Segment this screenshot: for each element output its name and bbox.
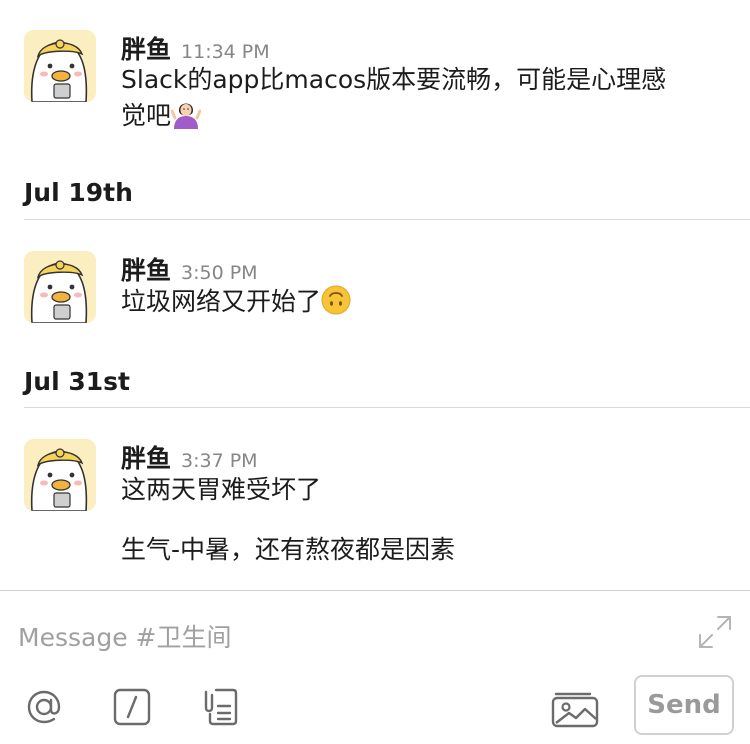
timestamp[interactable]: 3:50 PM <box>181 262 258 284</box>
message-text: 这两天胃难受坏了 <box>121 475 322 504</box>
timestamp[interactable]: 11:34 PM <box>181 41 270 63</box>
author-name[interactable]: 胖鱼 <box>121 30 171 66</box>
day-label: Jul 31st <box>24 367 130 396</box>
message-line: 觉吧 <box>121 98 721 134</box>
clipboard-icon[interactable] <box>198 685 242 729</box>
person-shrugging-emoji <box>171 99 202 129</box>
timestamp[interactable]: 3:37 PM <box>181 450 258 472</box>
send-button[interactable]: Send <box>634 675 734 735</box>
message-header: 胖鱼 3:50 PM <box>121 251 258 287</box>
author-name[interactable]: 胖鱼 <box>121 439 171 475</box>
message-text: 垃圾网络又开始了 <box>121 284 721 320</box>
message-header: 胖鱼 11:34 PM <box>121 30 270 66</box>
message-header: 胖鱼 3:37 PM <box>121 439 258 475</box>
message-line-text: 觉吧 <box>121 101 172 130</box>
message-line-text: 垃圾网络又开始了 <box>121 287 322 316</box>
author-name[interactable]: 胖鱼 <box>121 251 171 287</box>
photo-icon[interactable] <box>550 685 600 729</box>
message-line: Slack的app比macos版本要流畅，可能是心理感 <box>121 65 667 94</box>
expand-icon[interactable] <box>696 613 734 651</box>
message-text: Slack的app比macos版本要流畅，可能是心理感 觉吧 <box>121 62 721 134</box>
message-text: 生气-中暑，还有熬夜都是因素 <box>121 535 456 564</box>
message-input[interactable] <box>18 617 638 657</box>
day-label: Jul 19th <box>24 178 133 207</box>
divider-line <box>24 407 750 408</box>
avatar[interactable] <box>24 439 96 511</box>
at-icon[interactable] <box>22 685 66 729</box>
upside-down-face-emoji <box>321 285 351 315</box>
divider-line <box>24 219 750 220</box>
message-feed[interactable]: 胖鱼 11:34 PM Slack的app比macos版本要流畅，可能是心理感 … <box>0 0 750 590</box>
slash-command-icon[interactable] <box>110 685 154 729</box>
message-composer: Send <box>0 590 750 744</box>
avatar[interactable] <box>24 30 96 102</box>
avatar[interactable] <box>24 251 96 323</box>
